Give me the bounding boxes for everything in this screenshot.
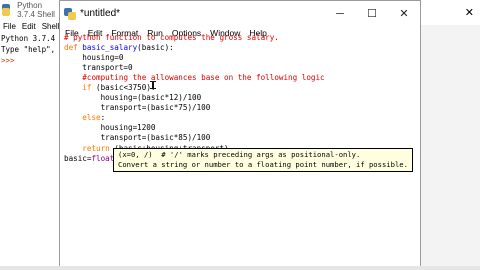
maximize-icon[interactable]: ☐ [356, 1, 388, 26]
bottom-strip [0, 266, 480, 270]
shell-menubar: File Edit Shell [0, 19, 61, 33]
code-line: else: [82, 113, 106, 123]
python-logo-icon [64, 7, 76, 20]
shell-titlebar: Python 3.7.4 Shell [0, 0, 61, 19]
code-line: #computing the allowances base on the fo… [82, 73, 325, 83]
close-icon[interactable]: ✕ [388, 1, 420, 26]
code-line: transport=(basic*85)/100 [64, 133, 211, 143]
window-controls: ─ ☐ ✕ [324, 1, 420, 26]
shell-line: Python 3.7.4 [1, 34, 56, 43]
code-line: transport=(basic*75)/100 [64, 103, 211, 113]
shell-output[interactable]: Python 3.7.4 Type "help", " >>> [0, 33, 61, 66]
minimize-icon[interactable]: ─ [324, 1, 356, 26]
code-line: housing=0 [64, 53, 124, 63]
code-line: housing=1200 [64, 123, 156, 133]
calltip-line: (x=0, /) # '/' marks preceding args as p… [118, 150, 361, 159]
shell-prompt: >>> [1, 56, 15, 65]
code-line: def basic_salary(basic): [64, 43, 174, 53]
editor-titlebar: *untitled* ─ ☐ ✕ [60, 1, 420, 26]
text-cursor-icon [150, 81, 156, 89]
calltip-line: Convert a string or number to a floating… [118, 160, 408, 169]
shell-menu-edit[interactable]: Edit [22, 22, 36, 31]
code-editor[interactable]: # python function to computes the gross … [64, 33, 420, 164]
editor-window: *untitled* ─ ☐ ✕ File Edit Format Run Op… [59, 0, 421, 270]
background-window-titlebar: ✕ [421, 0, 480, 25]
code-line: if (basic<3750): [82, 83, 156, 93]
editor-title: *untitled* [80, 8, 121, 19]
shell-line: Type "help", " [1, 45, 61, 54]
shell-title: Python 3.7.4 Shell [17, 0, 55, 19]
python-logo-icon [2, 3, 11, 16]
shell-menu-file[interactable]: File [3, 22, 16, 31]
python-shell-window: Python 3.7.4 Shell File Edit Shell Pytho… [0, 0, 62, 270]
background-window: ✕ [421, 0, 480, 270]
background-close-icon[interactable]: ✕ [465, 6, 474, 19]
shell-menu-shell[interactable]: Shell [42, 22, 60, 31]
code-line: transport=0 [64, 63, 133, 73]
code-line: housing=(basic*12)/100 [64, 93, 202, 103]
calltip-tooltip: (x=0, /) # '/' marks preceding args as p… [113, 148, 413, 172]
code-line: # python function to computes the gross … [64, 33, 279, 42]
